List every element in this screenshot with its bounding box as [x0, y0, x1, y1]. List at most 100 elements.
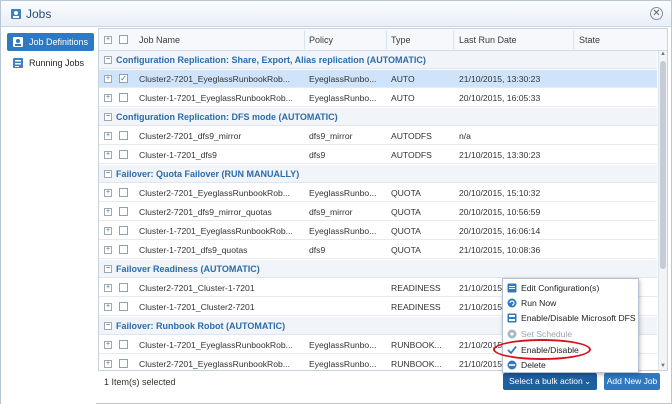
expand-row-icon[interactable]: + [104, 132, 112, 140]
row-checkbox[interactable] [119, 188, 128, 197]
scroll-thumb[interactable] [660, 61, 666, 269]
row-checkbox[interactable] [119, 359, 128, 368]
row-checkbox[interactable] [119, 150, 128, 159]
select-all-checkbox[interactable] [119, 35, 128, 44]
collapse-toggle-icon[interactable]: − [104, 56, 112, 64]
sidebar: Job Definitions Running Jobs [1, 28, 96, 404]
table-row[interactable]: + Cluster-1-7201_EyeglassRunbookRob... Eye… [99, 89, 657, 107]
type-cell: RUNBOOK... [391, 340, 442, 350]
group-title: Failover Readiness (AUTOMATIC) [116, 264, 260, 274]
table-row[interactable]: + ✓ Cluster2-7201_EyeglassRunbookRob... Eye… [99, 70, 657, 88]
menu-item-label: Edit Configuration(s) [521, 283, 600, 293]
expand-row-icon[interactable]: + [104, 360, 112, 368]
row-checkbox[interactable] [119, 283, 128, 292]
row-checkbox[interactable] [119, 207, 128, 216]
running-jobs-icon [13, 58, 23, 68]
selection-count: 1 Item(s) selected [104, 377, 176, 387]
column-header-policy[interactable]: Policy [309, 35, 333, 45]
menu-item-delete[interactable]: Delete [503, 357, 638, 373]
group-row[interactable]: − Configuration Replication: Share, Expor… [99, 51, 657, 69]
expand-row-icon[interactable]: + [104, 341, 112, 349]
column-header-type[interactable]: Type [391, 35, 411, 45]
scroll-down-icon[interactable]: ▼ [659, 363, 667, 370]
table-row[interactable]: + Cluster-1-7201_EyeglassRunbookRob... Eye… [99, 222, 657, 240]
collapse-toggle-icon[interactable]: − [104, 322, 112, 330]
expand-row-icon[interactable]: + [104, 208, 112, 216]
vertical-scrollbar[interactable]: ▲ ▼ [658, 51, 667, 370]
column-divider [304, 31, 305, 49]
column-divider [453, 31, 454, 49]
policy-cell: EyeglassRunbo... [309, 74, 377, 84]
jobs-window: Jobs ✕ Job Definitions Running Jobs + Jo… [0, 0, 672, 404]
job-name-cell: Cluster-1-7201_dfs9_quotas [139, 245, 248, 255]
title-bar: Jobs ✕ [1, 1, 671, 27]
dfs-icon [507, 313, 517, 323]
type-cell: READINESS [391, 302, 441, 312]
group-row[interactable]: − Configuration Replication: DFS mode (AU… [99, 108, 657, 126]
table-row[interactable]: + Cluster-1-7201_dfs9 dfs9 AUTODFS 21/10/201… [99, 146, 657, 164]
expand-row-icon[interactable]: + [104, 151, 112, 159]
expand-row-icon[interactable]: + [104, 227, 112, 235]
row-checkbox[interactable] [119, 93, 128, 102]
type-cell: RUNBOOK... [391, 359, 442, 369]
job-name-cell: Cluster-1-7201_EyeglassRunbookRob... [139, 340, 293, 350]
bulk-action-label: Select a bulk action [509, 376, 583, 386]
sidebar-item-job-definitions[interactable]: Job Definitions [7, 33, 94, 51]
type-cell: AUTO [391, 93, 415, 103]
bulk-action-button[interactable]: Select a bulk action ⌄ [503, 373, 597, 390]
add-new-job-button[interactable]: Add New Job [604, 373, 660, 390]
job-definitions-icon [13, 37, 23, 47]
column-header-job-name[interactable]: Job Name [139, 35, 180, 45]
menu-item-run-now[interactable]: Run Now [503, 295, 638, 311]
row-checkbox[interactable] [119, 245, 128, 254]
policy-cell: dfs9 [309, 150, 326, 160]
close-icon[interactable]: ✕ [652, 8, 660, 19]
collapse-toggle-icon[interactable]: − [104, 170, 112, 178]
row-checkbox[interactable] [119, 131, 128, 140]
table-row[interactable]: + Cluster2-7201_EyeglassRunbookRob... Eyeg… [99, 184, 657, 202]
expand-row-icon[interactable]: + [104, 303, 112, 311]
column-header-state[interactable]: State [579, 35, 600, 45]
type-cell: QUOTA [391, 207, 421, 217]
expand-row-icon[interactable]: + [104, 189, 112, 197]
row-checkbox[interactable] [119, 340, 128, 349]
job-name-cell: Cluster-1-7201_dfs9 [139, 150, 217, 160]
column-header-last-run-date[interactable]: Last Run Date [459, 35, 517, 45]
scroll-up-icon[interactable]: ▲ [659, 51, 667, 59]
row-checkbox[interactable]: ✓ [119, 74, 128, 83]
expand-row-icon[interactable]: + [104, 284, 112, 292]
menu-item-edit-configurations[interactable]: Edit Configuration(s) [503, 280, 638, 296]
group-row[interactable]: − Failover: Quota Failover (RUN MANUALLY) [99, 165, 657, 183]
group-row[interactable]: − Failover Readiness (AUTOMATIC) [99, 260, 657, 278]
sidebar-item-label: Running Jobs [29, 58, 85, 68]
policy-cell: dfs9_mirror [309, 131, 353, 141]
job-name-cell: Cluster2-7201_EyeglassRunbookRob... [139, 74, 290, 84]
policy-cell: dfs9_mirror [309, 207, 353, 217]
job-name-cell: Cluster2-7201_dfs9_mirror_quotas [139, 207, 272, 217]
expand-row-icon[interactable]: + [104, 246, 112, 254]
policy-cell: EyeglassRunbo... [309, 359, 377, 369]
row-checkbox[interactable] [119, 302, 128, 311]
annotation-highlight-ellipse [493, 339, 591, 360]
type-cell: QUOTA [391, 188, 421, 198]
table-row[interactable]: + Cluster2-7201_dfs9_mirror_quotas dfs9_mi… [99, 203, 657, 221]
row-checkbox[interactable] [119, 226, 128, 235]
expand-row-icon[interactable]: + [104, 94, 112, 102]
menu-item-enable-disable-dfs[interactable]: Enable/Disable Microsoft DFS [503, 310, 638, 326]
collapse-toggle-icon[interactable]: − [104, 265, 112, 273]
schedule-icon [507, 329, 517, 339]
menu-item-label: Set Schedule [521, 329, 573, 339]
close-button[interactable]: ✕ [650, 7, 663, 20]
policy-cell: EyeglassRunbo... [309, 93, 377, 103]
sidebar-item-running-jobs[interactable]: Running Jobs [7, 54, 94, 72]
expand-all-toggle[interactable]: + [104, 36, 112, 44]
type-cell: AUTODFS [391, 131, 432, 141]
delete-icon [507, 360, 517, 370]
table-row[interactable]: + Cluster-1-7201_dfs9_quotas dfs9 QUOTA 21/1… [99, 241, 657, 259]
table-row[interactable]: + Cluster2-7201_dfs9_mirror dfs9_mirror AUT… [99, 127, 657, 145]
expand-row-icon[interactable]: + [104, 75, 112, 83]
last-run-date-cell: n/a [459, 131, 471, 141]
job-name-cell: Cluster-1-7201_EyeglassRunbookRob... [139, 226, 293, 236]
last-run-date-cell: 21/10/2015, 13:30:23 [459, 74, 541, 84]
collapse-toggle-icon[interactable]: − [104, 113, 112, 121]
